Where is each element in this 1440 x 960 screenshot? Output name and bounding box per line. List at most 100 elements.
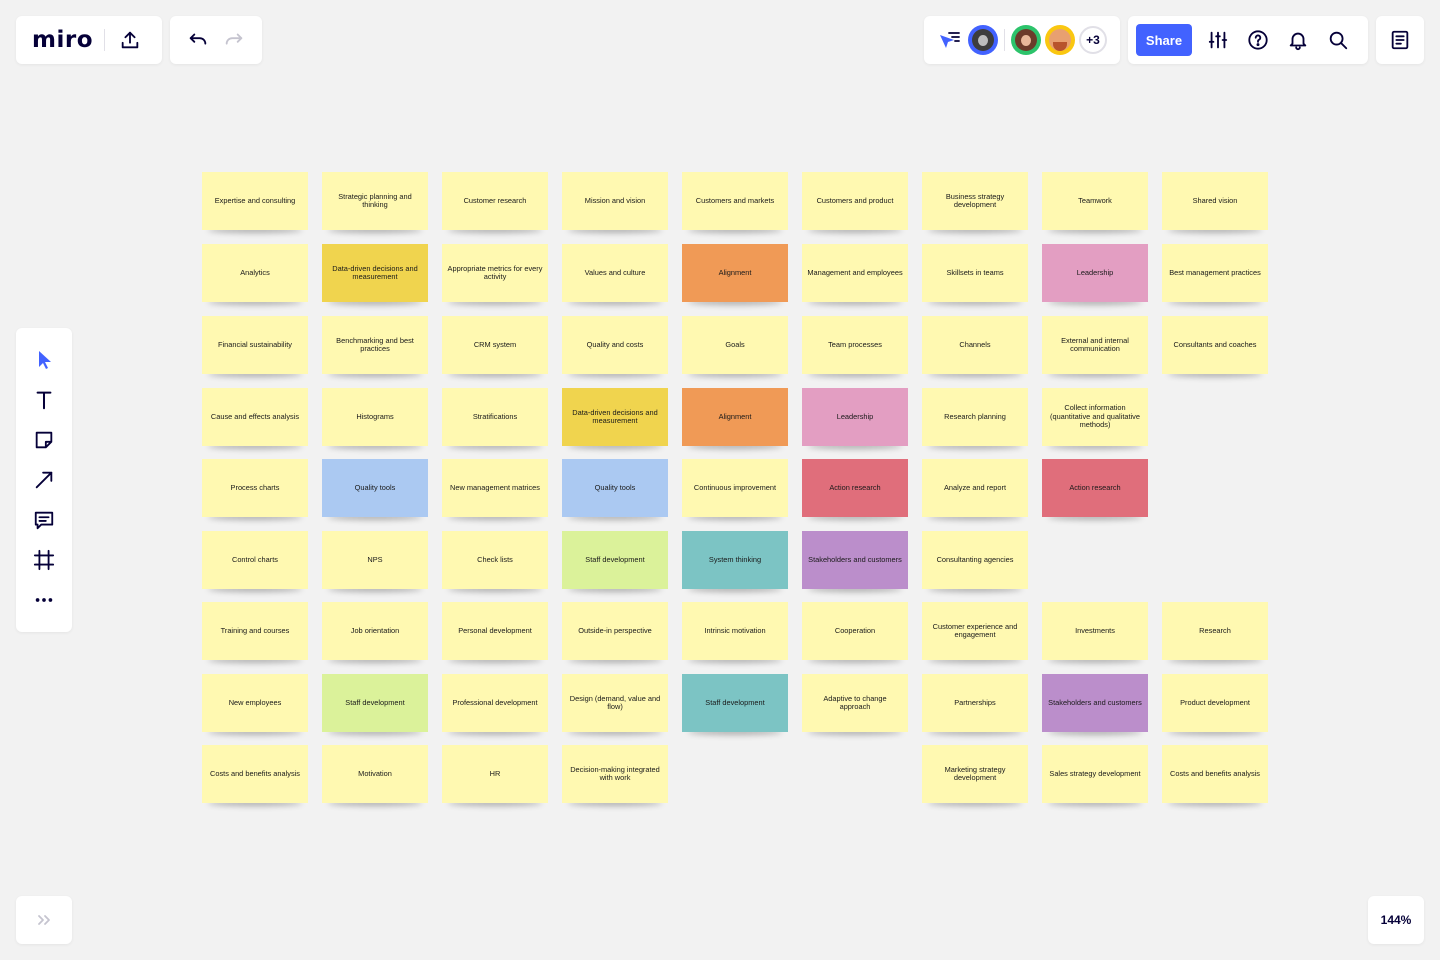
- sticky-note[interactable]: Quality and costs: [562, 316, 668, 374]
- sticky-note[interactable]: Customers and product: [802, 172, 908, 230]
- sticky-note[interactable]: Skillsets in teams: [922, 244, 1028, 302]
- sticky-note[interactable]: Leadership: [802, 388, 908, 446]
- sticky-note[interactable]: HR: [442, 745, 548, 803]
- sticky-note[interactable]: System thinking: [682, 531, 788, 589]
- sticky-note[interactable]: Marketing strategy development: [922, 745, 1028, 803]
- comment-icon[interactable]: [24, 500, 64, 540]
- sticky-note[interactable]: Action research: [1042, 459, 1148, 517]
- sticky-note[interactable]: Financial sustainability: [202, 316, 308, 374]
- sticky-note[interactable]: Goals: [682, 316, 788, 374]
- undo-icon[interactable]: [184, 26, 212, 54]
- avatar[interactable]: [968, 25, 998, 55]
- more-users-badge[interactable]: +3: [1079, 26, 1107, 54]
- board-canvas: Expertise and consulting Analytics Financi…: [0, 0, 1440, 960]
- sticky-note[interactable]: Professional development: [442, 674, 548, 732]
- sticky-note[interactable]: Data-driven decisions and measurement: [562, 388, 668, 446]
- sticky-note[interactable]: New employees: [202, 674, 308, 732]
- sticky-note[interactable]: Best management practices: [1162, 244, 1268, 302]
- sticky-note[interactable]: Process charts: [202, 459, 308, 517]
- sticky-note[interactable]: Costs and benefits analysis: [202, 745, 308, 803]
- avatar[interactable]: [1045, 25, 1075, 55]
- collaborator-cursor-icon[interactable]: [934, 25, 964, 55]
- sticky-note[interactable]: Alignment: [682, 244, 788, 302]
- sticky-note[interactable]: Cooperation: [802, 602, 908, 660]
- sticky-note[interactable]: Adaptive to change approach: [802, 674, 908, 732]
- sticky-note[interactable]: Shared vision: [1162, 172, 1268, 230]
- sticky-note[interactable]: Personal development: [442, 602, 548, 660]
- sticky-note[interactable]: Costs and benefits analysis: [1162, 745, 1268, 803]
- sticky-note[interactable]: Job orientation: [322, 602, 428, 660]
- sticky-note[interactable]: Benchmarking and best practices: [322, 316, 428, 374]
- sticky-note[interactable]: Data-driven decisions and measurement: [322, 244, 428, 302]
- expand-chevrons-icon[interactable]: [28, 904, 60, 936]
- sticky-note[interactable]: Channels: [922, 316, 1028, 374]
- sticky-note[interactable]: Sales strategy development: [1042, 745, 1148, 803]
- sticky-note[interactable]: Decision-making integrated with work: [562, 745, 668, 803]
- sticky-note[interactable]: Staff development: [682, 674, 788, 732]
- sticky-note[interactable]: Staff development: [562, 531, 668, 589]
- sticky-note[interactable]: Design (demand, value and flow): [562, 674, 668, 732]
- sticky-note[interactable]: Analytics: [202, 244, 308, 302]
- upload-icon[interactable]: [119, 29, 141, 51]
- sticky-note[interactable]: Business strategy development: [922, 172, 1028, 230]
- sticky-note[interactable]: Investments: [1042, 602, 1148, 660]
- sticky-note[interactable]: Collect information (quantitative and qu…: [1042, 388, 1148, 446]
- sticky-note[interactable]: Product development: [1162, 674, 1268, 732]
- sticky-note[interactable]: Continuous improvement: [682, 459, 788, 517]
- sticky-note[interactable]: Stratifications: [442, 388, 548, 446]
- sticky-note[interactable]: Consultanting agencies: [922, 531, 1028, 589]
- sticky-note[interactable]: Research: [1162, 602, 1268, 660]
- bell-icon[interactable]: [1278, 20, 1318, 60]
- sticky-note[interactable]: Control charts: [202, 531, 308, 589]
- search-icon[interactable]: [1318, 20, 1358, 60]
- sticky-note[interactable]: Teamwork: [1042, 172, 1148, 230]
- miro-logo[interactable]: miro: [32, 27, 104, 53]
- line-arrow-icon[interactable]: [24, 460, 64, 500]
- sticky-note[interactable]: Cause and effects analysis: [202, 388, 308, 446]
- sticky-note[interactable]: External and internal communication: [1042, 316, 1148, 374]
- sticky-note[interactable]: Quality tools: [562, 459, 668, 517]
- sticky-note[interactable]: Values and culture: [562, 244, 668, 302]
- sticky-note[interactable]: Action research: [802, 459, 908, 517]
- sticky-note[interactable]: Alignment: [682, 388, 788, 446]
- sticky-note[interactable]: Mission and vision: [562, 172, 668, 230]
- sticky-note-icon[interactable]: [24, 420, 64, 460]
- frame-icon[interactable]: [24, 540, 64, 580]
- settings-sliders-icon[interactable]: [1198, 20, 1238, 60]
- sticky-note[interactable]: Stakeholders and customers: [802, 531, 908, 589]
- select-cursor-icon[interactable]: [24, 340, 64, 380]
- sticky-note[interactable]: Leadership: [1042, 244, 1148, 302]
- sticky-note[interactable]: Motivation: [322, 745, 428, 803]
- sticky-note[interactable]: New management matrices: [442, 459, 548, 517]
- notes-icon[interactable]: [1380, 20, 1420, 60]
- sticky-note[interactable]: Histograms: [322, 388, 428, 446]
- help-icon[interactable]: [1238, 20, 1278, 60]
- sticky-note[interactable]: Strategic planning and thinking: [322, 172, 428, 230]
- redo-icon[interactable]: [220, 26, 248, 54]
- share-button[interactable]: Share: [1136, 24, 1192, 56]
- sticky-note[interactable]: Intrinsic motivation: [682, 602, 788, 660]
- sticky-note[interactable]: Customers and markets: [682, 172, 788, 230]
- sticky-note[interactable]: Customer research: [442, 172, 548, 230]
- sticky-note[interactable]: Team processes: [802, 316, 908, 374]
- avatar[interactable]: [1011, 25, 1041, 55]
- sticky-note[interactable]: Stakeholders and customers: [1042, 674, 1148, 732]
- sticky-note[interactable]: Quality tools: [322, 459, 428, 517]
- sticky-note[interactable]: Staff development: [322, 674, 428, 732]
- sticky-note[interactable]: Partnerships: [922, 674, 1028, 732]
- sticky-note[interactable]: NPS: [322, 531, 428, 589]
- sticky-note[interactable]: Research planning: [922, 388, 1028, 446]
- more-icon[interactable]: [24, 580, 64, 620]
- sticky-note[interactable]: Check lists: [442, 531, 548, 589]
- sticky-note[interactable]: Expertise and consulting: [202, 172, 308, 230]
- text-icon[interactable]: [24, 380, 64, 420]
- sticky-note[interactable]: Customer experience and engagement: [922, 602, 1028, 660]
- sticky-note[interactable]: Consultants and coaches: [1162, 316, 1268, 374]
- sticky-note[interactable]: Appropriate metrics for every activity: [442, 244, 548, 302]
- sticky-note[interactable]: Analyze and report: [922, 459, 1028, 517]
- sticky-note[interactable]: CRM system: [442, 316, 548, 374]
- sticky-note[interactable]: Outside-in perspective: [562, 602, 668, 660]
- sticky-note[interactable]: Training and courses: [202, 602, 308, 660]
- zoom-level[interactable]: 144%: [1368, 896, 1424, 944]
- sticky-note[interactable]: Management and employees: [802, 244, 908, 302]
